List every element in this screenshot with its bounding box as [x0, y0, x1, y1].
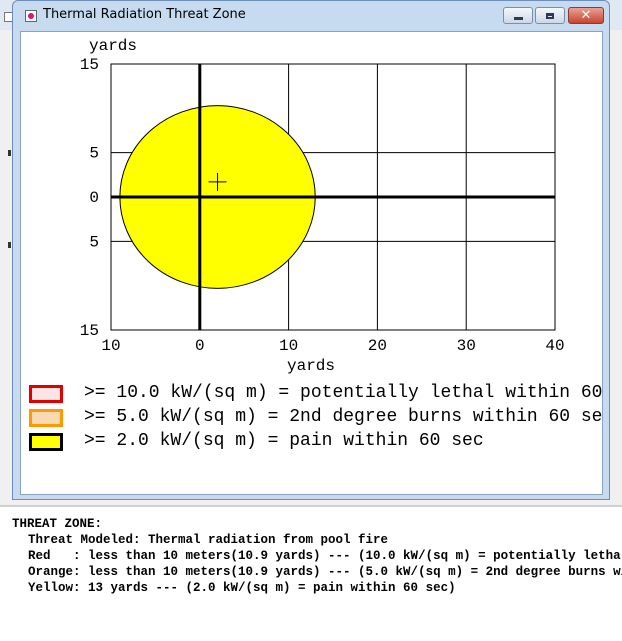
threat-zone-plot-area: 15 5 0 5 15 10 0 10 20 30 40 yards yards >= 10.0 kW/… [20, 31, 603, 495]
y-tick-label: 5 [89, 233, 99, 251]
app-icon [25, 10, 37, 22]
summary-heading: THREAT ZONE: [12, 517, 103, 531]
legend-label: >= 5.0 kW/(sq m) = 2nd degree burns with… [84, 407, 603, 427]
maximize-button[interactable] [535, 7, 565, 24]
threat-zone-summary: THREAT ZONE: Threat Modeled: Thermal rad… [0, 505, 622, 641]
window-titlebar[interactable]: Thermal Radiation Threat Zone ✕ [13, 1, 609, 31]
close-button[interactable]: ✕ [568, 7, 604, 24]
summary-orange-zone: Orange: less than 10 meters(10.9 yards) … [28, 565, 622, 579]
x-tick-label: 10 [101, 337, 120, 355]
x-tick-label: 20 [368, 337, 387, 355]
minimize-icon [513, 17, 523, 20]
x-axis-label: yards [287, 357, 335, 375]
red-zone-swatch [29, 385, 63, 403]
yellow-zone-swatch [29, 433, 63, 451]
y-tick-label: 5 [89, 145, 99, 163]
background-edge-mark [8, 150, 11, 156]
background-edge-mark [8, 242, 11, 248]
y-tick-label: 0 [89, 189, 99, 207]
legend-label: >= 2.0 kW/(sq m) = pain within 60 sec [84, 431, 484, 451]
x-tick-label: 30 [457, 337, 476, 355]
y-axis-label: yards [89, 37, 137, 55]
threat-zone-window: Thermal Radiation Threat Zone ✕ 15 5 0 5 15 1… [12, 0, 610, 500]
x-tick-label: 40 [545, 337, 564, 355]
y-tick-label: 15 [80, 56, 99, 74]
summary-threat-modeled: Threat Modeled: Thermal radiation from p… [28, 533, 389, 547]
summary-red-zone: Red : less than 10 meters(10.9 yards) --… [28, 549, 622, 563]
threat-zone-chart: 155051510 0 10 20 30 40yardsyards [80, 37, 565, 375]
maximize-icon [546, 12, 554, 19]
x-tick-label: 10 [279, 337, 298, 355]
minimize-button[interactable] [503, 7, 533, 24]
window-title: Thermal Radiation Threat Zone [43, 7, 246, 22]
legend-label: >= 10.0 kW/(sq m) = potentially lethal w… [84, 383, 603, 403]
x-tick-label: 0 [195, 337, 205, 355]
summary-yellow-zone: Yellow: 13 yards --- (2.0 kW/(sq m) = pa… [28, 581, 456, 595]
orange-zone-swatch [29, 409, 63, 427]
close-icon: ✕ [580, 8, 592, 23]
y-tick-label: 15 [80, 322, 99, 340]
